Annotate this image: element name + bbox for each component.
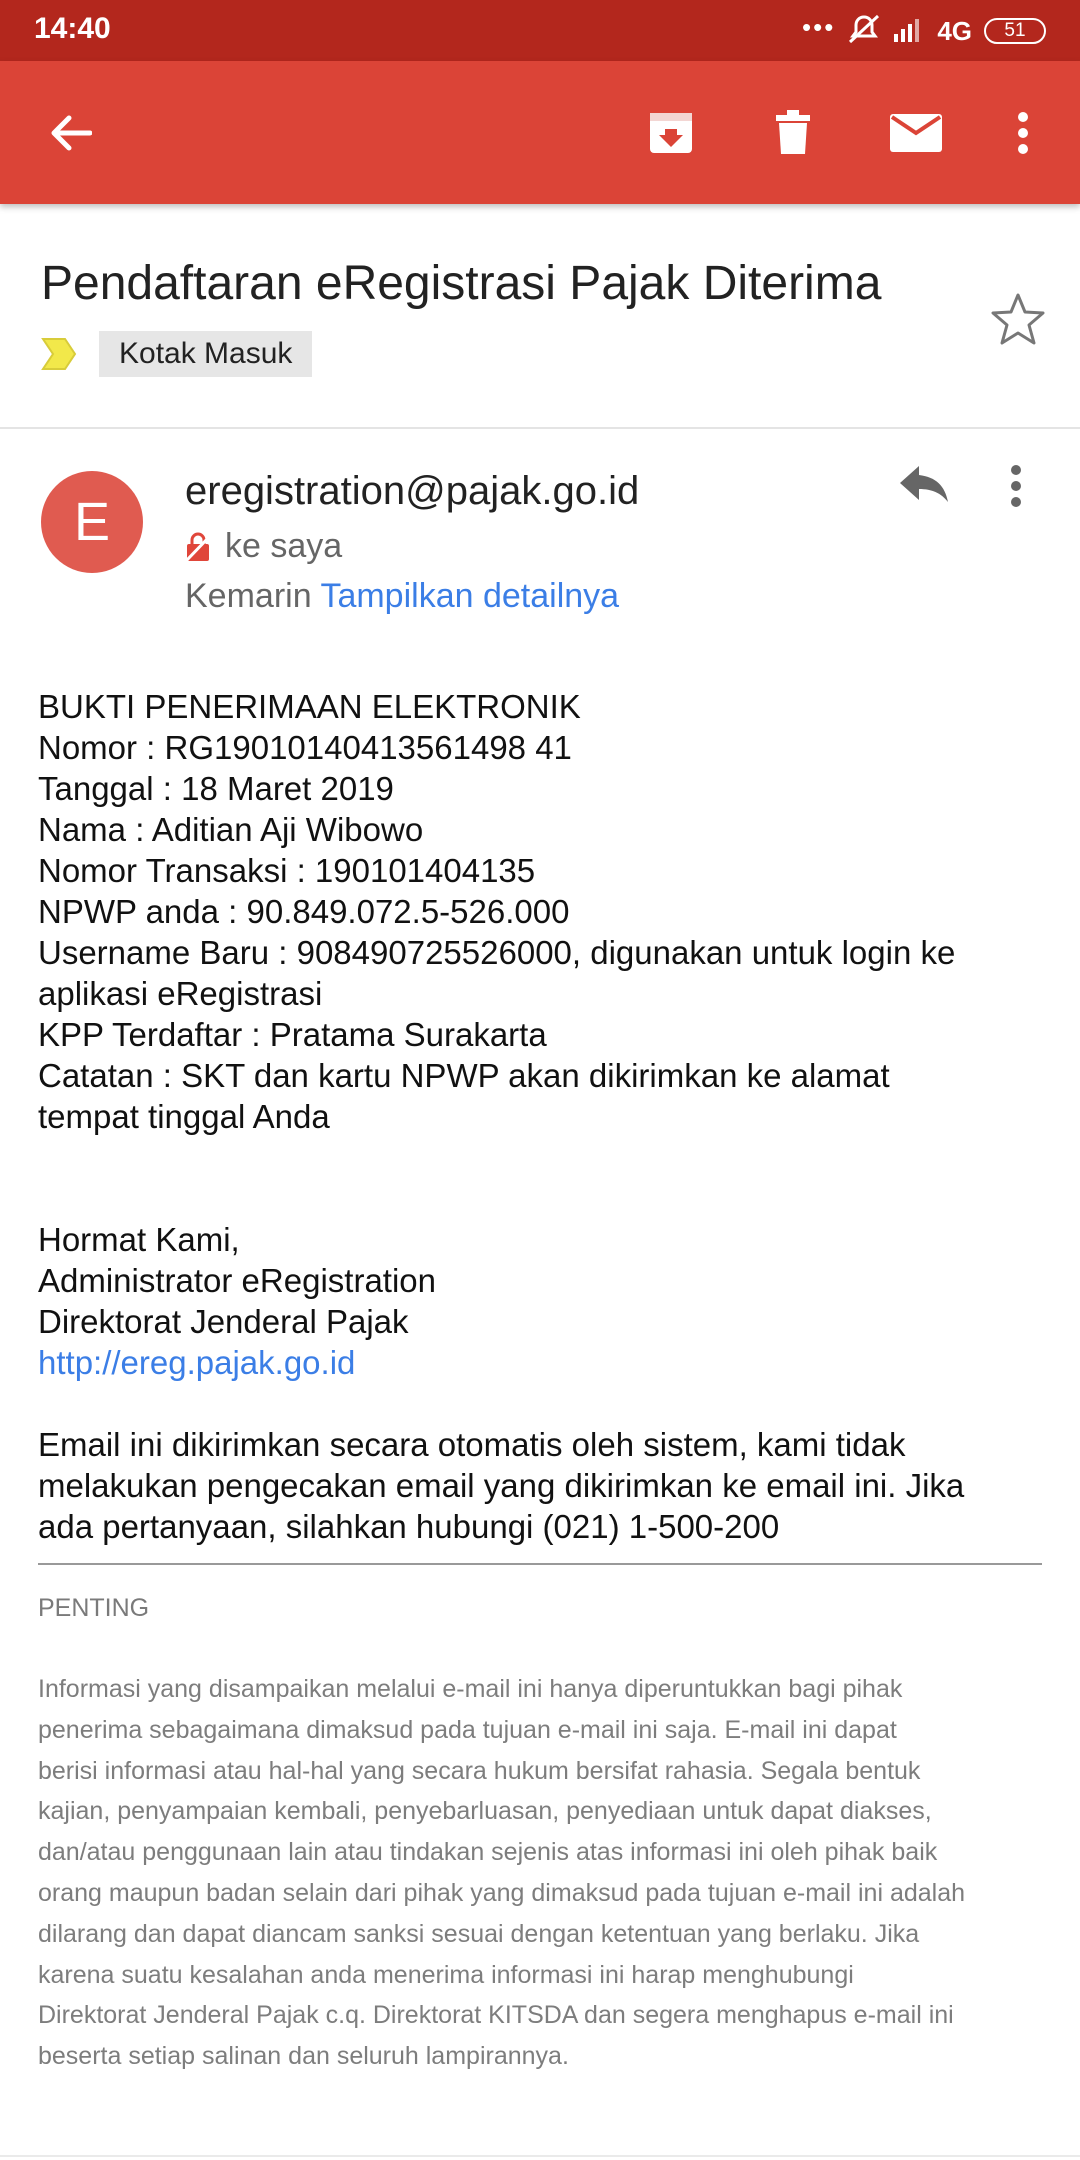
body-line: Tanggal : 18 Maret 2019 [38,770,394,807]
body-line: KPP Terdaftar : Pratama Surakarta [38,1016,547,1053]
archive-button[interactable] [621,61,721,204]
email-date: Kemarin [185,577,312,615]
back-button[interactable] [20,61,120,204]
signoff-line: Direktorat Jenderal Pajak [38,1303,409,1340]
mute-icon [847,13,881,50]
auto-note-line: ada pertanyaan, silahkan hubungi (021) 1… [38,1508,780,1545]
body-line: Nama : Aditian Aji Wibowo [38,811,424,848]
more-options-button[interactable] [973,61,1073,204]
disclaimer-line: Direktorat Jenderal Pajak c.q. Direktora… [38,2001,954,2030]
body-line: BUKTI PENERIMAAN ELEKTRONIK [38,688,581,725]
lock-icon [185,532,211,562]
disclaimer-line: dilarang dan dapat diancam sanksi sesuai… [38,1919,920,1948]
auto-note-line: Email ini dikirimkan secara otomatis ole… [38,1426,906,1463]
mail-icon [890,113,942,152]
body-line: tempat tinggal Anda [38,1098,330,1135]
signoff-line: Administrator eRegistration [38,1262,436,1299]
disclaimer-line: karena suatu kesalahan anda menerima inf… [38,1960,854,1989]
archive-icon [650,112,692,153]
reply-icon[interactable] [898,464,950,504]
email-subject: Pendaftaran eRegistrasi Pajak Diterima [41,257,882,310]
body-line: Nomor Transaksi : 190101404135 [38,852,536,889]
disclaimer-line: orang maupun badan selain dari pihak yan… [38,1878,966,1907]
body-line: Catatan : SKT dan kartu NPWP akan dikiri… [38,1057,890,1094]
body-line: Nomor : RG19010140413561498 41 [38,729,572,766]
more-vert-icon [1018,111,1028,154]
date-row: Kemarin Tampilkan detailnya [185,577,619,616]
body-line: NPWP anda : 90.849.072.5-526.000 [38,893,570,930]
signal-icon [893,16,925,47]
auto-note-line: melakukan pengecakan email yang dikirimk… [38,1467,965,1504]
recipient-row: ke saya [185,527,342,566]
label-chip[interactable]: Kotak Masuk [99,331,313,377]
divider [38,1563,1042,1565]
star-icon[interactable] [990,292,1046,346]
delete-icon [776,109,810,154]
email-body: BUKTI PENERIMAAN ELEKTRONIK Nomor : RG19… [38,686,1048,1547]
avatar[interactable]: E [41,471,143,573]
bottom-divider [0,2155,1080,2157]
app-toolbar [0,61,1080,204]
label-row: Kotak Masuk [41,331,313,377]
disclaimer-line: beserta setiap salinan dan seluruh lampi… [38,2042,569,2071]
status-icons: ••• 4G 51 [802,12,1046,50]
status-bar: 14:40 ••• 4G 51 [0,0,1080,61]
delete-button[interactable] [743,61,843,204]
network-type: 4G [937,15,972,46]
disclaimer-line: berisi informasi atau hal-hal yang secar… [38,1756,921,1785]
show-details-link[interactable]: Tampilkan detailnya [320,577,619,615]
body-line: aplikasi eRegistrasi [38,975,323,1012]
subject-section: Pendaftaran eRegistrasi Pajak Diterima K… [0,204,1080,429]
status-time: 14:40 [34,12,111,45]
more-notifications-icon: ••• [802,12,836,42]
disclaimer: Informasi yang disampaikan melalui e-mai… [38,1669,1048,2077]
body-line: Username Baru : 908490725526000, digunak… [38,934,956,971]
disclaimer-line: dan/atau penggunaan lain atau tindakan s… [38,1838,938,1867]
signoff-line: Hormat Kami, [38,1221,240,1258]
importance-marker-icon[interactable] [41,337,77,371]
mark-unread-button[interactable] [866,61,966,204]
penting-heading: PENTING [38,1594,150,1622]
message-more-icon[interactable] [1010,464,1022,508]
recipient-text: ke saya [225,527,343,565]
sender-email[interactable]: eregistration@pajak.go.id [185,469,639,514]
disclaimer-line: penerima sebagaimana dimaksud pada tujua… [38,1715,897,1744]
battery-icon: 51 [984,18,1046,44]
back-arrow-icon [51,115,92,150]
disclaimer-line: Informasi yang disampaikan melalui e-mai… [38,1675,903,1703]
disclaimer-line: kajian, penyampaian kembali, penyebarlua… [38,1797,932,1826]
website-link[interactable]: http://ereg.pajak.go.id [38,1342,1048,1383]
sender-section: E eregistration@pajak.go.id ke saya Kema… [0,429,1080,649]
